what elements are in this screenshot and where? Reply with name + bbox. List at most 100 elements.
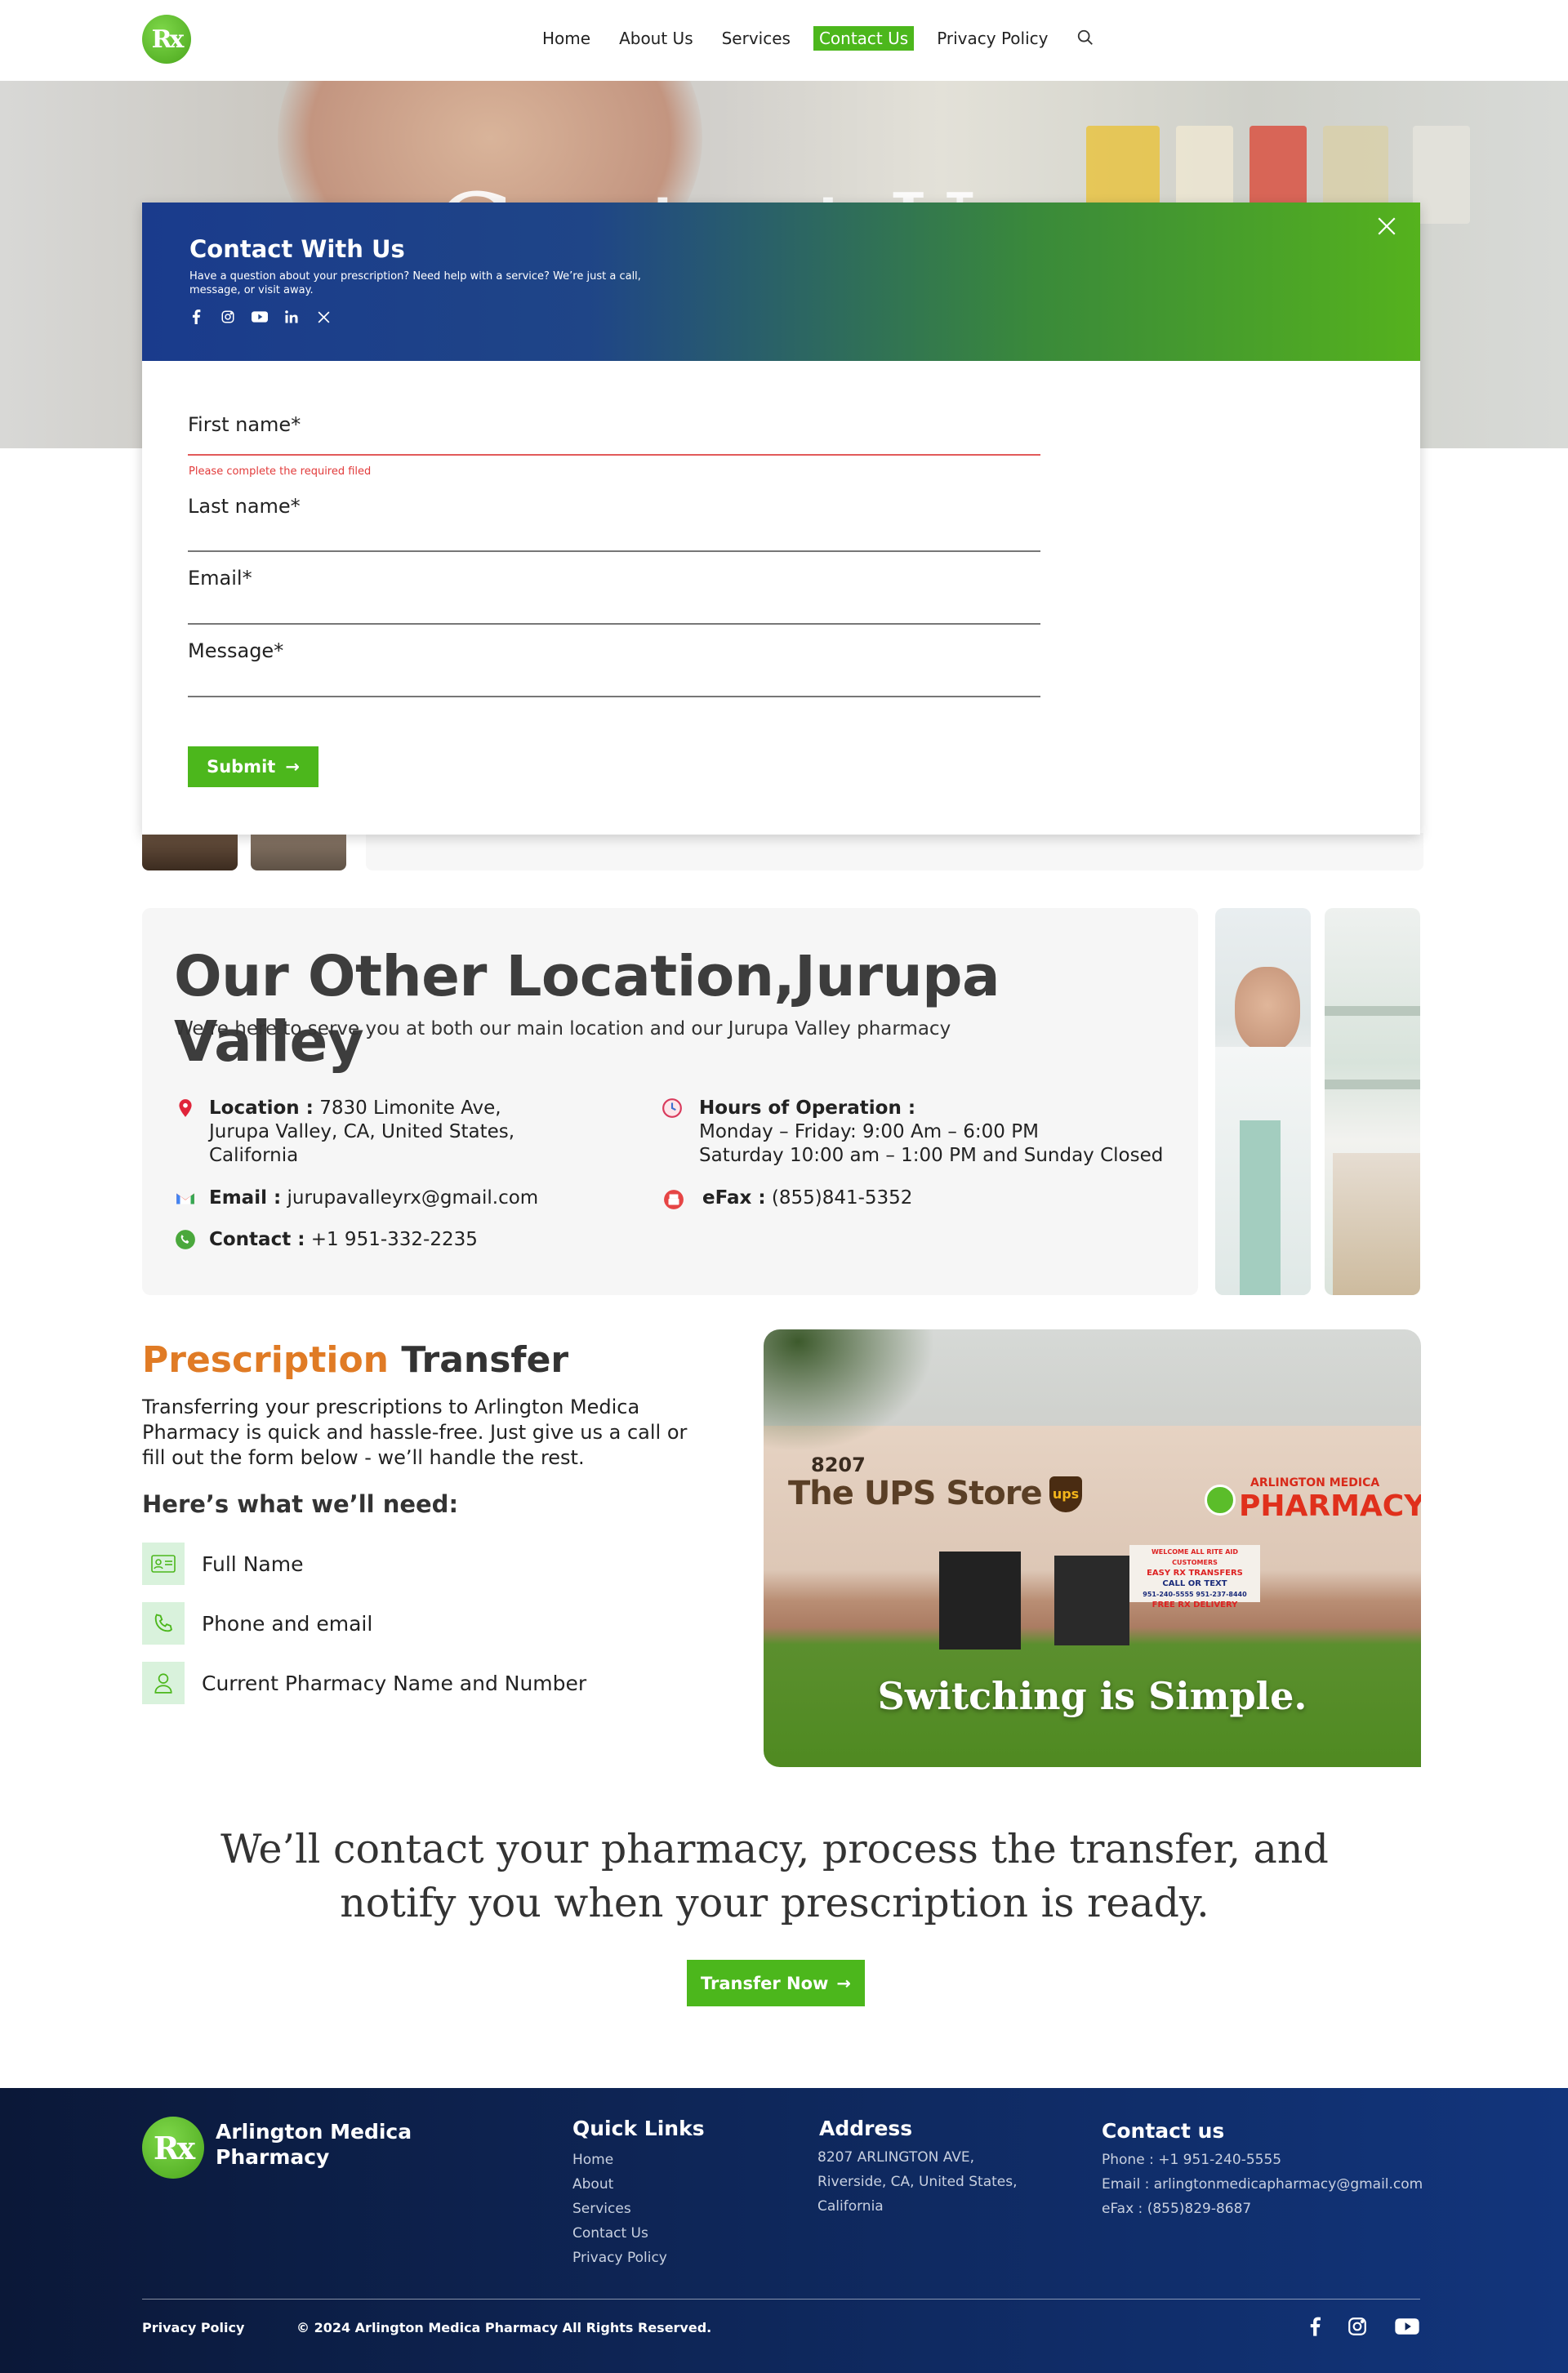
nav-home[interactable]: Home — [537, 26, 596, 51]
facebook-icon[interactable] — [1303, 2314, 1327, 2339]
youtube-icon[interactable] — [252, 309, 268, 325]
pharmacist-image-1 — [1215, 908, 1311, 1295]
pharmacist-image-2 — [1325, 908, 1420, 1295]
footer-link-services[interactable]: Services — [572, 2197, 631, 2221]
modal-social-links — [188, 309, 332, 325]
transfer-title-accent: Prescription — [142, 1339, 390, 1381]
poster-line-3: CALL OR TEXT — [1162, 1579, 1227, 1588]
ups-store-sign: The UPS Store — [788, 1475, 1043, 1512]
phone-circle-icon — [176, 1230, 195, 1249]
footer-brand-line-1: Arlington Medica — [216, 2120, 412, 2144]
first-name-field[interactable]: First name* — [188, 395, 1040, 456]
nav-services[interactable]: Services — [716, 26, 796, 51]
store-number: 8207 — [811, 1454, 866, 1476]
first-name-error: Please complete the required filed — [189, 465, 372, 478]
message-field[interactable]: Message* — [188, 634, 1040, 697]
location-hours: Hours of Operation : Monday – Friday: 9:… — [699, 1097, 1163, 1168]
transfer-poster: WELCOME ALL RITE AID CUSTOMERS EASY RX T… — [1129, 1545, 1260, 1609]
gmail-icon — [176, 1193, 194, 1204]
location-card: Our Other Location,Jurupa Valley We’re h… — [142, 908, 1198, 1295]
location-email: Email : jurupavalleyrx@gmail.com — [209, 1186, 538, 1210]
modal-subtitle: Have a question about your prescription?… — [189, 270, 641, 296]
footer-email[interactable]: Email : arlingtonmedicapharmacy@gmail.co… — [1102, 2172, 1423, 2197]
poster-line-5: FREE RX DELIVERY — [1152, 1601, 1238, 1609]
instagram-icon[interactable] — [1345, 2314, 1370, 2339]
location-address: Location : 7830 Limonite Ave, Jurupa Val… — [209, 1097, 514, 1168]
x-icon[interactable] — [315, 309, 332, 325]
message-label: Message* — [188, 639, 284, 662]
email-field[interactable]: Email* — [188, 562, 1040, 625]
pharmacy-sign: PHARMACY — [1239, 1489, 1421, 1523]
search-icon[interactable] — [1076, 29, 1094, 47]
submit-label: Submit — [207, 757, 276, 777]
door-left — [939, 1552, 1021, 1650]
quick-links-title: Quick Links — [572, 2117, 705, 2140]
footer-divider — [142, 2299, 1420, 2300]
footer-phone[interactable]: Phone : +1 951-240-5555 — [1102, 2148, 1281, 2172]
efax-value: (855)841-5352 — [771, 1187, 913, 1209]
logo-text: Rx — [151, 24, 185, 54]
contact-modal: Contact With Us Have a question about yo… — [142, 203, 1420, 835]
peek-panel — [366, 833, 1423, 870]
location-title: Our Other Location,Jurupa Valley — [174, 944, 1000, 1075]
main-nav: Home About Us Services Contact Us Privac… — [537, 26, 1071, 51]
address-line-3: California — [209, 1145, 299, 1166]
footer-link-about[interactable]: About — [572, 2172, 613, 2197]
footer-link-contact-us[interactable]: Contact Us — [572, 2221, 648, 2246]
footer-link-home[interactable]: Home — [572, 2148, 613, 2172]
nav-contact-us[interactable]: Contact Us — [813, 26, 915, 51]
facebook-icon[interactable] — [188, 309, 204, 325]
clock-icon — [662, 1098, 682, 1118]
ups-badge: ups — [1049, 1476, 1082, 1512]
email-label: Email* — [188, 567, 252, 590]
efax-label: eFax : — [702, 1187, 766, 1209]
footer-logo[interactable]: Rx — [142, 2117, 204, 2179]
first-name-label: First name* — [188, 413, 301, 436]
location-subtitle: We’re here to serve you at both our main… — [175, 1018, 951, 1040]
user-icon — [142, 1662, 185, 1704]
footer-privacy-link[interactable]: Privacy Policy — [142, 2320, 244, 2335]
nav-about-us[interactable]: About Us — [613, 26, 699, 51]
storefront-image: 8207 The UPS Store ups ARLINGTON MEDICA … — [764, 1329, 1421, 1767]
transfer-now-label: Transfer Now — [700, 1973, 829, 1993]
footer-address-line-1: 8207 ARLINGTON AVE, — [817, 2149, 975, 2166]
arrow-right-icon: → — [836, 1973, 852, 1993]
location-efax: eFax : (855)841-5352 — [702, 1186, 912, 1210]
modal-header: Contact With Us Have a question about yo… — [142, 203, 1420, 361]
footer-brand-line-2: Pharmacy — [216, 2145, 330, 2169]
phone-icon — [142, 1602, 185, 1645]
footer-efax: eFax : (855)829-8687 — [1102, 2201, 1252, 2217]
hours-label: Hours of Operation : — [699, 1097, 916, 1119]
instagram-icon[interactable] — [220, 309, 236, 325]
peek-image-1 — [142, 833, 238, 870]
transfer-title: Prescription Transfer — [142, 1339, 568, 1381]
linkedin-icon[interactable] — [283, 309, 300, 325]
need-item: Phone and email — [142, 1602, 372, 1645]
pharmacist-tie — [1240, 1120, 1281, 1295]
close-icon[interactable] — [1373, 214, 1401, 242]
arrow-right-icon: → — [285, 757, 300, 777]
modal-title: Contact With Us — [189, 235, 405, 263]
location-contact: Contact : +1 951-332-2235 — [209, 1228, 478, 1252]
contact-label: Contact : — [209, 1229, 305, 1250]
need-item: Full Name — [142, 1543, 303, 1585]
hours-line-1: Monday – Friday: 9:00 Am – 6:00 PM — [699, 1121, 1039, 1142]
youtube-icon[interactable] — [1393, 2314, 1421, 2339]
need-item: Current Pharmacy Name and Number — [142, 1662, 586, 1704]
nav-privacy-policy[interactable]: Privacy Policy — [931, 26, 1054, 51]
site-logo[interactable]: Rx — [142, 15, 191, 64]
contact-value[interactable]: +1 951-332-2235 — [311, 1229, 478, 1250]
transfer-title-rest: Transfer — [401, 1339, 569, 1381]
pharmacy-sign-small: ARLINGTON MEDICA — [1250, 1476, 1380, 1489]
last-name-field[interactable]: Last name* — [188, 490, 1040, 552]
last-name-label: Last name* — [188, 495, 301, 518]
door-right — [1054, 1556, 1129, 1645]
transfer-now-button[interactable]: Transfer Now → — [687, 1960, 865, 2006]
cta-line-2: notify you when your prescription is rea… — [340, 1880, 1209, 1926]
submit-button[interactable]: Submit → — [188, 746, 318, 787]
cta-line-1: We’ll contact your pharmacy, process the… — [220, 1826, 1329, 1872]
poster-line-4: 951-240-5555 951-237-8440 — [1143, 1591, 1247, 1598]
footer-link-privacy-policy[interactable]: Privacy Policy — [572, 2246, 667, 2270]
email-value[interactable]: jurupavalleyrx@gmail.com — [287, 1187, 538, 1209]
shelf-products — [1325, 1006, 1420, 1016]
